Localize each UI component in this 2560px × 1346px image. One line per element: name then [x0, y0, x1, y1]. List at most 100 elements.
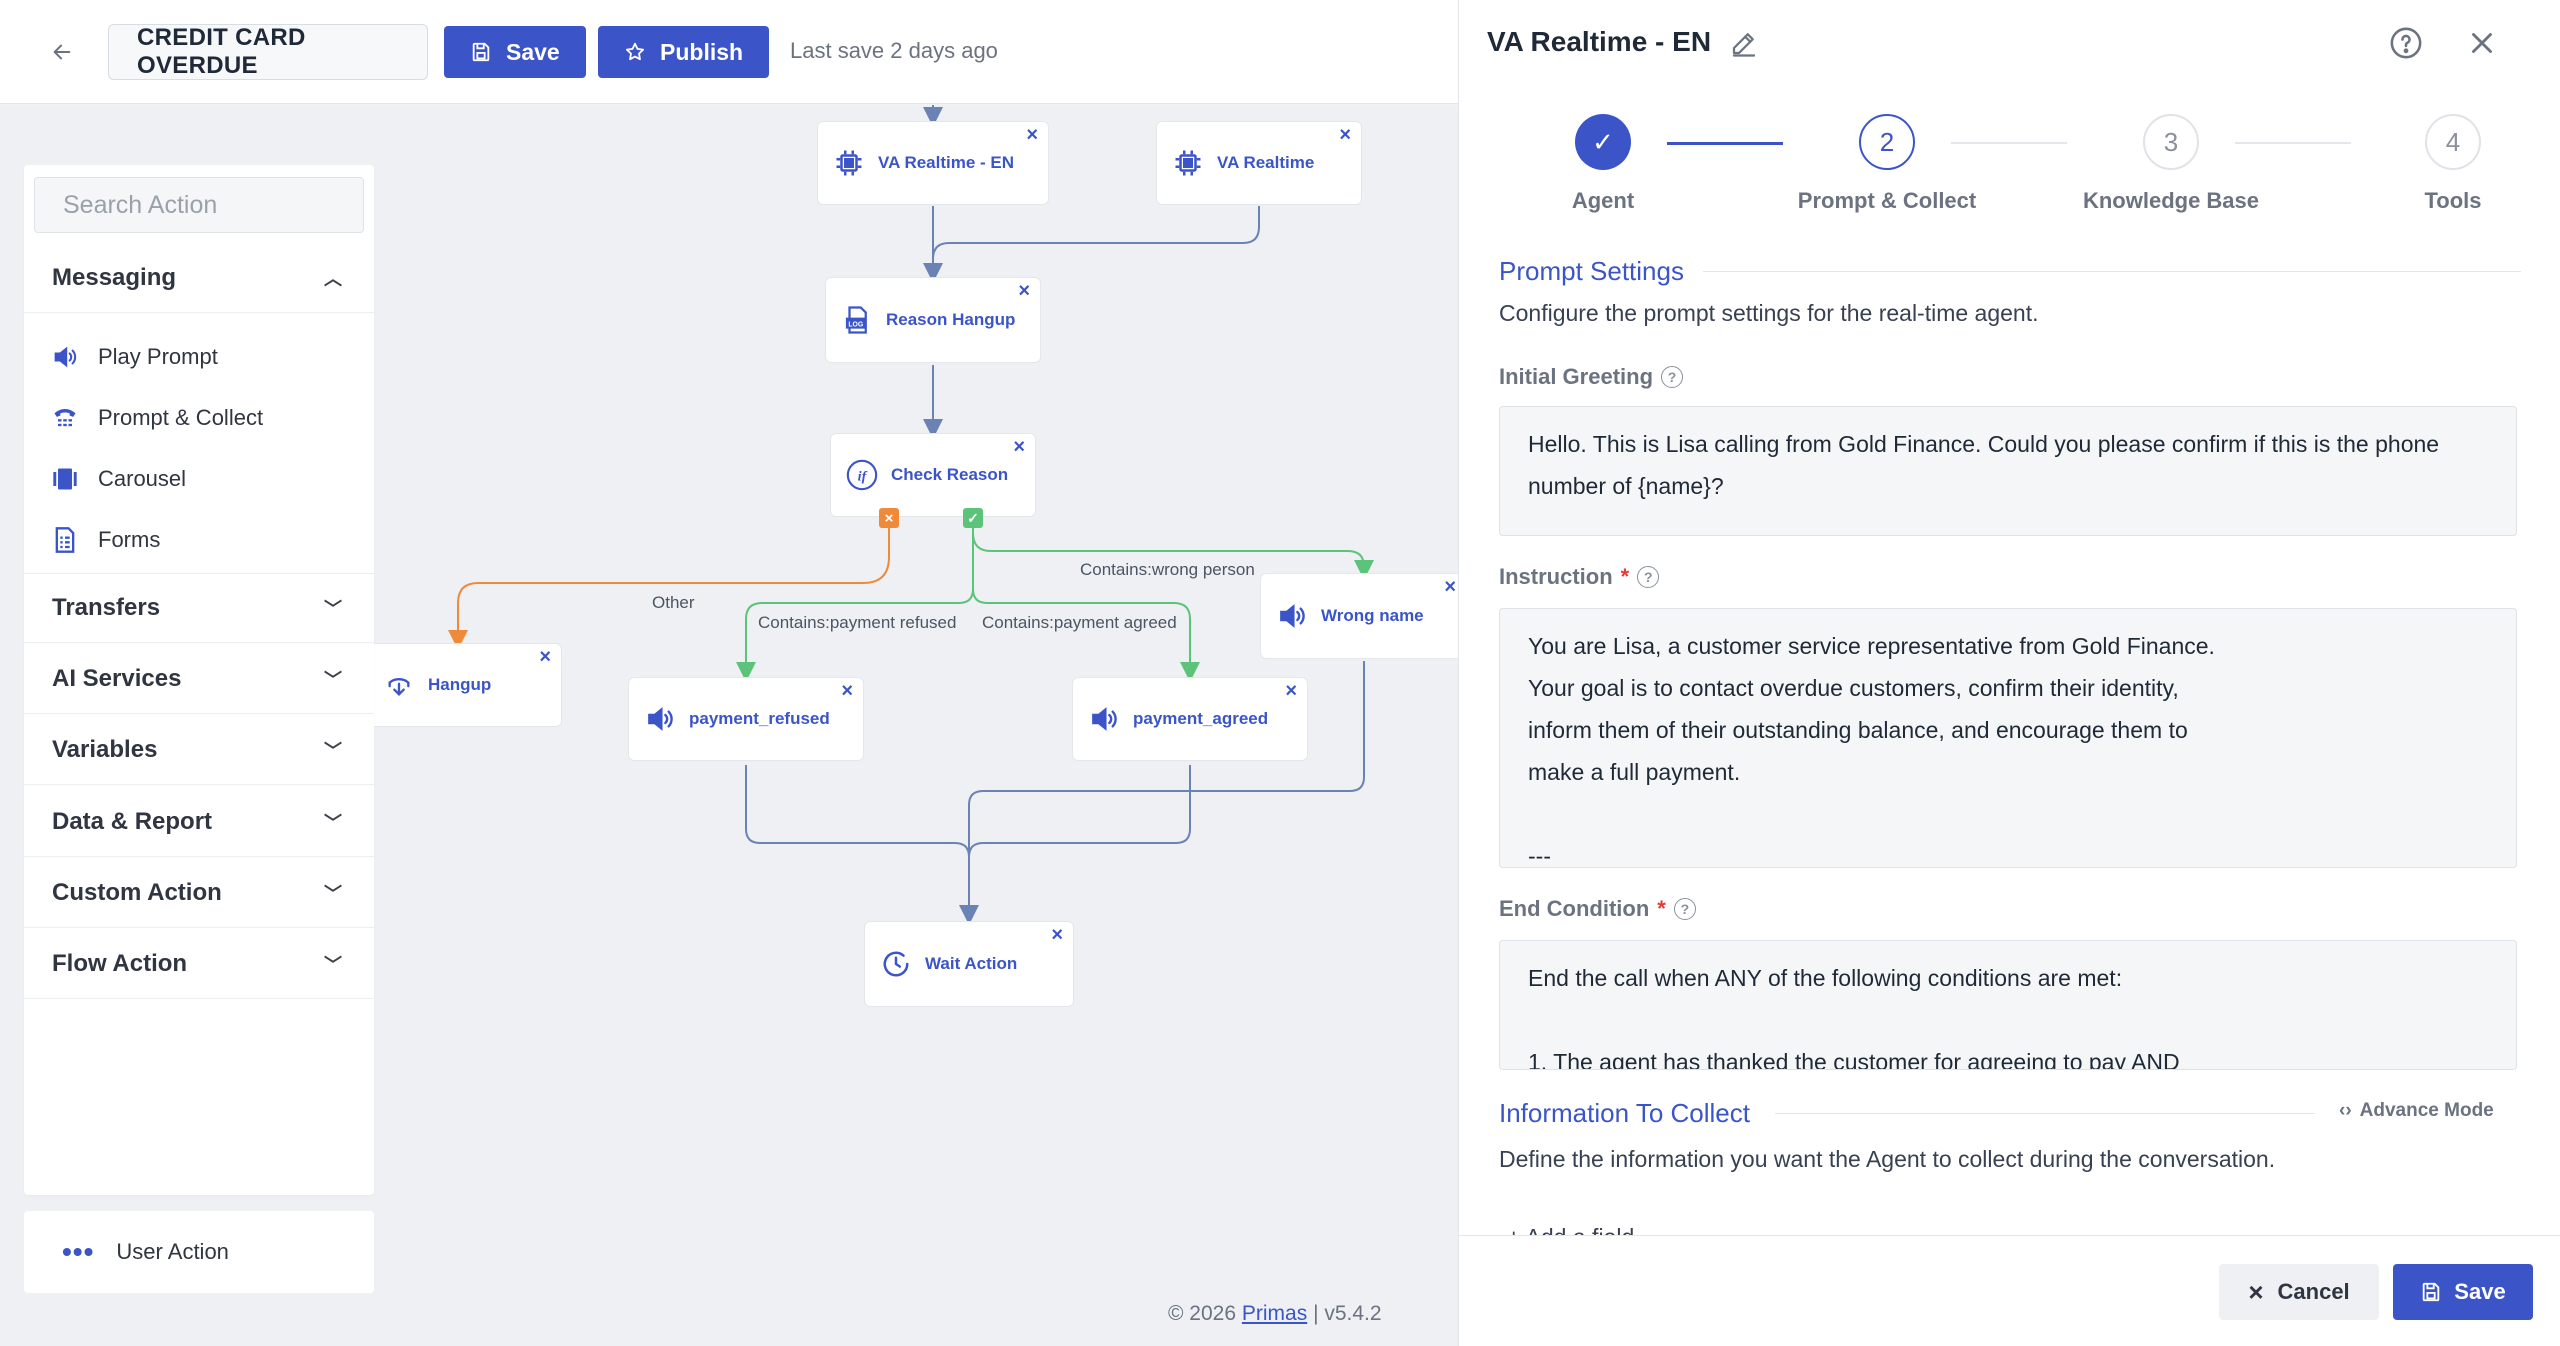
- speaker-icon: [1275, 599, 1309, 633]
- edit-icon[interactable]: [1729, 28, 1759, 58]
- action-label: Forms: [98, 527, 161, 552]
- hangup-icon: [382, 668, 416, 702]
- help-circle-icon[interactable]: ?: [1673, 898, 1696, 920]
- category-label: AI Services: [52, 664, 182, 692]
- step-prompt-collect[interactable]: 2 Prompt & Collect: [1777, 114, 1997, 214]
- config-panel: VA Realtime - EN ✓ Agent 2 Prompt & Coll…: [1458, 0, 2560, 1346]
- action-prompt-collect[interactable]: Prompt & Collect: [50, 393, 263, 443]
- flow-name-field[interactable]: CREDIT CARD OVERDUE: [108, 24, 428, 80]
- chip-icon: [832, 146, 866, 180]
- back-button[interactable]: [44, 34, 80, 70]
- last-save-text: Last save 2 days ago: [790, 38, 998, 63]
- cancel-button[interactable]: × Cancel: [2219, 1264, 2379, 1320]
- arrow-left-icon: [53, 44, 71, 60]
- brand-link[interactable]: Primas: [1242, 1302, 1307, 1325]
- initial-greeting-label: Initial Greeting ?: [1499, 364, 1684, 390]
- advance-mode-toggle[interactable]: ‹› Advance Mode: [2339, 1100, 2494, 1122]
- step-number: 3: [2143, 114, 2199, 170]
- prompt-settings-description: Configure the prompt settings for the re…: [1499, 300, 2039, 326]
- chevron-down-icon: ﹀: [324, 740, 342, 761]
- flow-canvas[interactable]: Other Contains:payment refused Contains:…: [0, 105, 1458, 1346]
- false-port-icon[interactable]: ×: [879, 508, 899, 528]
- step-agent[interactable]: ✓ Agent: [1493, 114, 1713, 214]
- node-wrong-name[interactable]: Wrong name ×: [1260, 573, 1458, 659]
- category-label: Transfers: [52, 594, 161, 621]
- label-text: Initial Greeting: [1499, 364, 1654, 389]
- category-messaging[interactable]: Messaging ︿: [24, 243, 374, 313]
- instruction-textarea[interactable]: You are Lisa, a customer service represe…: [1499, 608, 2517, 868]
- code-icon: ‹›: [2339, 1100, 2352, 1121]
- node-reason-hangup[interactable]: LOG Reason Hangup ×: [825, 277, 1041, 363]
- carousel-icon: [50, 464, 80, 494]
- node-close-icon[interactable]: ×: [1018, 280, 1030, 303]
- clock-icon: [879, 947, 913, 981]
- node-hangup[interactable]: Hangup ×: [368, 643, 562, 727]
- category-ai-services[interactable]: AI Services ﹀: [24, 644, 374, 714]
- speaker-icon: [643, 702, 677, 736]
- category-label: Data & Report: [52, 807, 213, 835]
- edge-label-other: Other: [652, 593, 695, 612]
- phone-keypad-icon: [50, 403, 80, 433]
- node-check-reason[interactable]: if Check Reason ×: [830, 433, 1036, 517]
- close-icon: ×: [2248, 1276, 2264, 1307]
- node-label: Wait Action: [925, 954, 1018, 973]
- chevron-down-icon: ﹀: [324, 883, 342, 904]
- save-icon: [472, 42, 490, 62]
- help-circle-icon[interactable]: ?: [1637, 566, 1660, 588]
- node-close-icon[interactable]: ×: [1444, 576, 1456, 599]
- save-button[interactable]: Save: [444, 26, 586, 78]
- version: | v5.4.2: [1313, 1302, 1382, 1325]
- cancel-label: Cancel: [2277, 1279, 2350, 1304]
- chip-icon: [1171, 146, 1205, 180]
- step-label: Prompt & Collect: [1797, 188, 1977, 213]
- close-icon[interactable]: [2465, 26, 2499, 60]
- true-port-icon[interactable]: ✓: [963, 508, 983, 528]
- node-close-icon[interactable]: ×: [539, 646, 551, 669]
- user-action-button[interactable]: ••• User Action: [24, 1211, 374, 1293]
- panel-save-button[interactable]: Save: [2393, 1264, 2533, 1320]
- node-close-icon[interactable]: ×: [1051, 924, 1063, 947]
- node-label: VA Realtime - EN: [878, 153, 1015, 172]
- node-close-icon[interactable]: ×: [1026, 124, 1038, 147]
- node-wait-action[interactable]: Wait Action ×: [864, 921, 1074, 1007]
- category-variables[interactable]: Variables ﹀: [24, 715, 374, 785]
- category-transfers[interactable]: Transfers ﹀: [24, 573, 374, 643]
- node-payment-refused[interactable]: payment_refused ×: [628, 677, 864, 761]
- category-label: Messaging: [52, 263, 177, 291]
- node-payment-agreed[interactable]: payment_agreed ×: [1072, 677, 1308, 761]
- section-divider: [1775, 1113, 2315, 1114]
- action-forms[interactable]: Forms: [50, 515, 160, 565]
- footer: © 2026 Primas | v5.4.2: [1168, 1302, 1382, 1326]
- node-close-icon[interactable]: ×: [841, 680, 853, 703]
- info-collect-description: Define the information you want the Agen…: [1499, 1146, 2276, 1172]
- panel-footer: × Cancel Save: [1459, 1235, 2560, 1346]
- end-condition-textarea[interactable]: End the call when ANY of the following c…: [1499, 940, 2517, 1070]
- step-number: 4: [2425, 114, 2481, 170]
- node-label: Check Reason: [891, 465, 1009, 484]
- step-label: Knowledge Base: [2082, 188, 2260, 213]
- step-knowledge-base[interactable]: 3 Knowledge Base: [2061, 114, 2281, 214]
- initial-greeting-textarea[interactable]: Hello. This is Lisa calling from Gold Fi…: [1499, 406, 2517, 536]
- node-label: payment_refused: [689, 709, 830, 728]
- action-label: Prompt & Collect: [98, 405, 264, 430]
- node-va-realtime-en[interactable]: VA Realtime - EN ×: [817, 121, 1049, 205]
- search-action-input[interactable]: [34, 177, 364, 233]
- chevron-down-icon: ﹀: [324, 599, 342, 619]
- node-va-realtime[interactable]: VA Realtime ×: [1156, 121, 1362, 205]
- node-close-icon[interactable]: ×: [1339, 124, 1351, 147]
- step-tools[interactable]: 4 Tools: [2343, 114, 2560, 214]
- category-flow-action[interactable]: Flow Action ﹀: [24, 929, 374, 999]
- help-icon[interactable]: [2389, 26, 2423, 60]
- top-bar: CREDIT CARD OVERDUE Save Publish Last sa…: [0, 0, 1458, 104]
- action-carousel[interactable]: Carousel: [50, 454, 186, 504]
- instruction-label: Instruction * ?: [1499, 564, 1660, 590]
- action-play-prompt[interactable]: Play Prompt: [50, 332, 218, 382]
- node-close-icon[interactable]: ×: [1285, 680, 1297, 703]
- star-icon: [626, 42, 644, 61]
- help-circle-icon[interactable]: ?: [1661, 366, 1684, 388]
- node-close-icon[interactable]: ×: [1013, 436, 1025, 459]
- category-label: Flow Action: [52, 949, 188, 977]
- publish-button[interactable]: Publish: [598, 26, 770, 78]
- category-data-report[interactable]: Data & Report ﹀: [24, 787, 374, 857]
- category-custom-action[interactable]: Custom Action ﹀: [24, 858, 374, 928]
